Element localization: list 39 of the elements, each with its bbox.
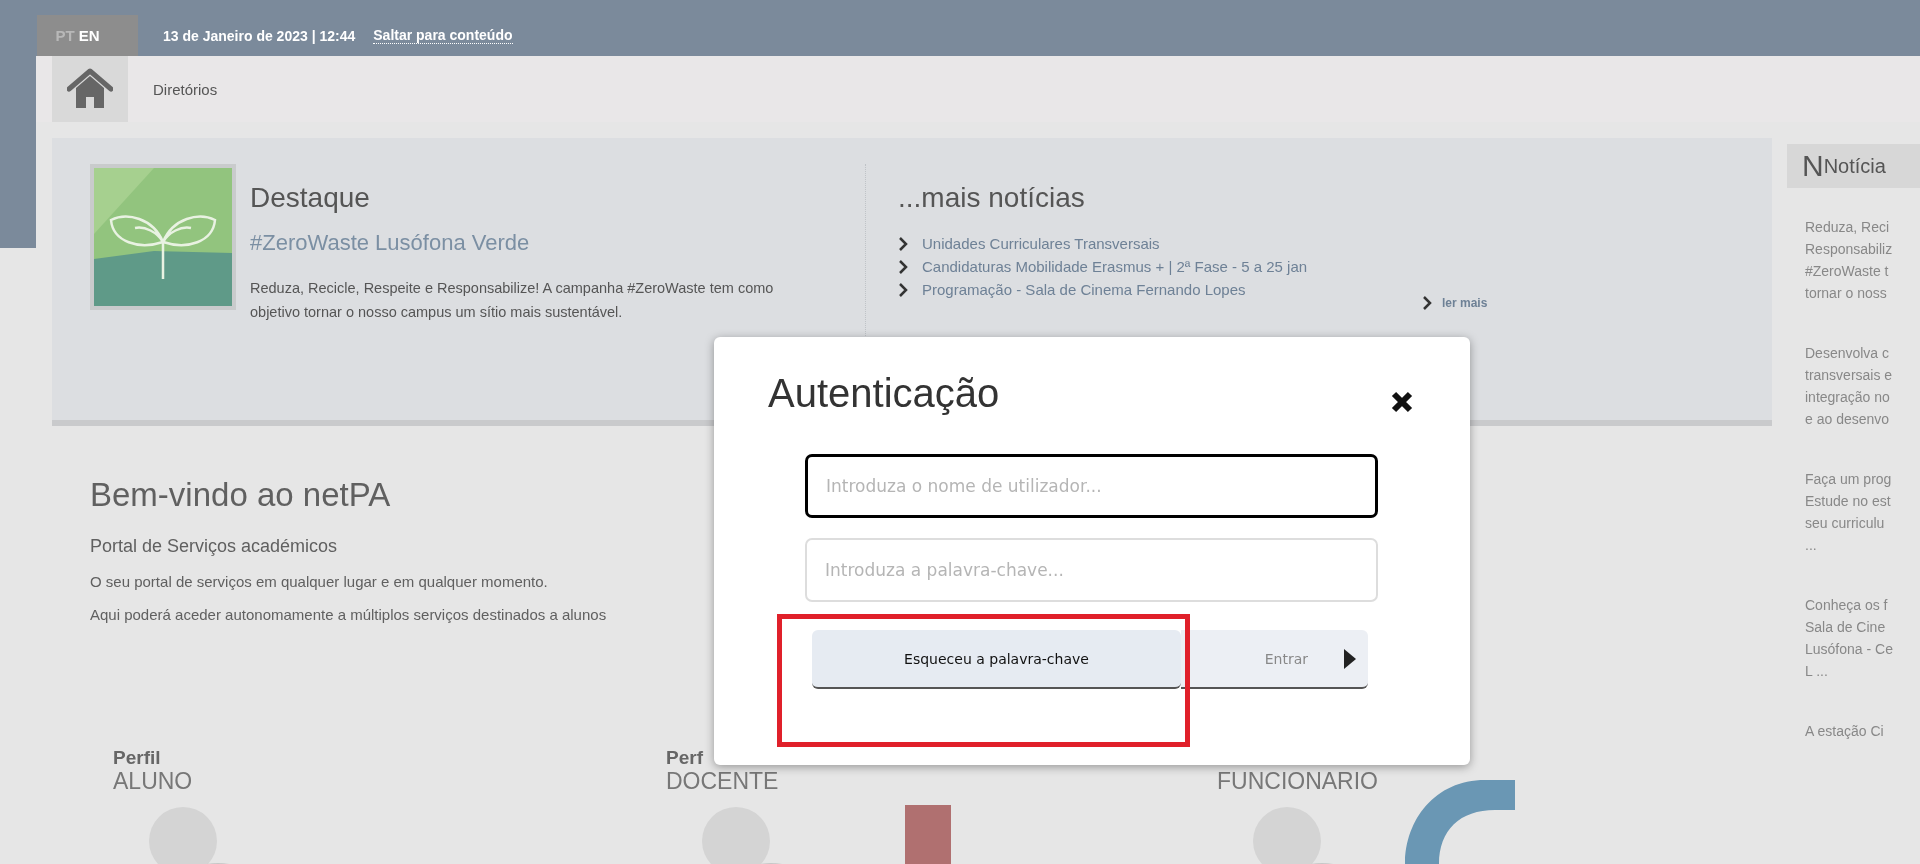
news-excerpt[interactable]: A estação Ci — [1805, 720, 1920, 742]
chevron-icon — [898, 236, 908, 251]
skip-link[interactable]: Saltar para conteúdo — [373, 27, 513, 44]
home-button[interactable] — [52, 56, 128, 122]
username-field[interactable]: Introduza o nome de utilizador... — [805, 454, 1378, 518]
date-time: 13 de Janeiro de 2023 | 12:44 — [163, 27, 356, 44]
chevron-icon — [898, 282, 908, 297]
play-icon — [1344, 648, 1356, 669]
more-news-title: ...mais notícias — [898, 182, 1086, 214]
profile-label: Perf — [666, 747, 703, 768]
bar-shape — [905, 805, 951, 864]
chevron-icon — [1422, 296, 1432, 310]
dialog-title: Autenticação — [768, 371, 1000, 416]
home-icon — [67, 68, 113, 110]
nav-link[interactable]: Diretórios — [153, 80, 218, 98]
close-icon[interactable] — [1391, 390, 1413, 413]
welcome-text: O seu portal de serviços em qualquer lugar e em qualquer momento. — [90, 573, 548, 590]
welcome-title: Bem-vindo ao netPA — [90, 476, 391, 514]
featured-text: Reduza, Recicle, Respeite e Responsabilize! A campanha #ZeroWaste tem como objetivo tornar o nosso campus um sítio mais sustentável. — [249, 279, 775, 322]
login-button[interactable]: Entrar — [1181, 630, 1368, 689]
news-link[interactable]: Programação - Sala de Cinema Fernando Lopes — [922, 281, 1246, 298]
welcome-subtitle: Portal de Serviços académicos — [90, 536, 338, 557]
featured-title: Destaque — [249, 182, 371, 214]
password-field[interactable]: Introduza a palavra-chave... — [805, 538, 1378, 602]
news-excerpt[interactable]: Faça um prog Estude no est seu curriculu ... — [1805, 468, 1920, 556]
news-initial: N — [1802, 149, 1824, 183]
news-title: Notícia — [1823, 154, 1886, 178]
language-link[interactable]: EN — [78, 27, 100, 44]
news-link[interactable]: Candidaturas Mobilidade Erasmus + | 2ª Fase - 5 a 25 jan — [922, 258, 1308, 275]
chevron-icon — [898, 259, 908, 274]
profile-label: Perfil — [113, 747, 161, 768]
read-more-link[interactable]: ler mais — [1442, 296, 1488, 310]
forgot-password-button[interactable]: Esqueceu a palavra-chave — [812, 630, 1181, 689]
news-link[interactable]: Unidades Curriculares Transversais — [922, 235, 1160, 252]
news-excerpt[interactable]: Conheça os f Sala de Cine Lusófona - Ce L ... — [1805, 594, 1920, 682]
featured-headline[interactable]: #ZeroWaste Lusófona Verde — [90, 230, 825, 256]
news-excerpt[interactable]: Reduza, Reci Responsabiliz #ZeroWaste t tornar o noss — [1805, 216, 1920, 304]
welcome-text: Aqui poderá aceder autonomamente a múltiplos serviços destinados a alunos — [90, 606, 607, 623]
news-excerpt[interactable]: Desenvolva c transversais e integração no e ao desenvo — [1805, 342, 1920, 430]
